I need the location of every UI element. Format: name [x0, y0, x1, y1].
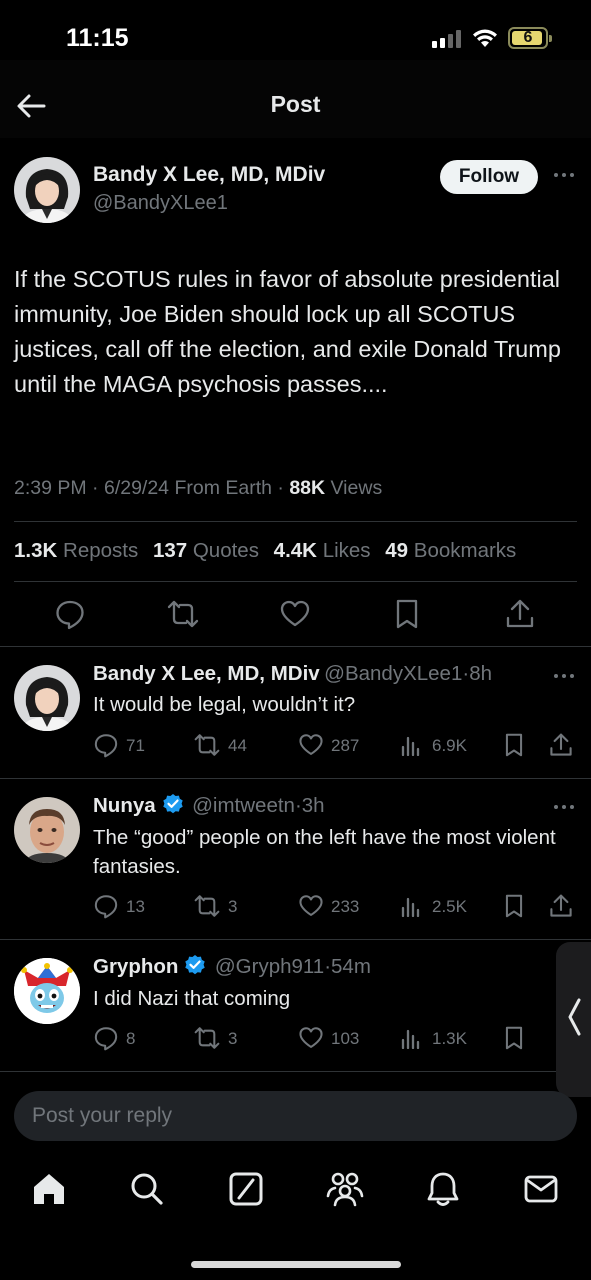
reply-avatar[interactable] — [14, 797, 80, 863]
views-count: 1.3K — [432, 1029, 467, 1048]
reply-header: Gryphon @Gryph911·54m — [93, 955, 371, 978]
reply-icon[interactable] — [93, 732, 119, 758]
bookmark-icon[interactable] — [503, 732, 525, 758]
like-count: 103 — [331, 1029, 360, 1048]
reply-count: 13 — [126, 897, 145, 916]
reply-time: 3h — [301, 794, 325, 817]
reply-author-name[interactable]: Nunya — [93, 794, 156, 817]
views-count: 2.5K — [432, 897, 467, 916]
repost-count: 3 — [228, 1029, 238, 1048]
reply-icon[interactable] — [93, 893, 119, 919]
more-icon[interactable] — [553, 665, 575, 687]
reply-author-handle[interactable]: @Gryph911 — [215, 955, 324, 978]
reply-icon[interactable] — [54, 598, 86, 630]
views-count: 6.9K — [432, 736, 467, 755]
more-icon[interactable] — [553, 796, 575, 818]
reply-icon[interactable] — [93, 1025, 119, 1051]
like-icon[interactable] — [298, 732, 324, 758]
bookmark-icon[interactable] — [503, 893, 525, 919]
notifications-icon[interactable] — [424, 1170, 462, 1208]
reply-author-handle[interactable]: @BandyXLee1 — [324, 662, 462, 685]
divider — [0, 778, 591, 779]
author-handle[interactable]: @BandyXLee1 — [93, 192, 228, 215]
reply-time: 54m — [331, 955, 371, 978]
wifi-icon — [473, 29, 497, 47]
like-count: 233 — [331, 897, 360, 916]
search-icon[interactable] — [128, 1170, 166, 1208]
repost-icon[interactable] — [193, 1025, 221, 1051]
reply-header: Bandy X Lee, MD, MDiv @BandyXLee1·8h — [93, 662, 492, 685]
side-panel-handle[interactable] — [556, 942, 591, 1097]
reply-author-name[interactable]: Bandy X Lee, MD, MDiv — [93, 662, 320, 685]
like-count: 287 — [331, 736, 360, 755]
like-icon[interactable] — [298, 893, 324, 919]
reply-text: The “good” people on the left have the m… — [93, 826, 556, 878]
reply-count: 8 — [126, 1029, 136, 1048]
divider — [0, 646, 591, 647]
like-icon[interactable] — [279, 598, 311, 630]
post-stats: 1.3K Reposts 137 Quotes 4.4K Likes 49 Bo… — [14, 539, 525, 563]
home-indicator — [191, 1261, 401, 1268]
reply-author-handle[interactable]: @imtweetn — [192, 794, 295, 817]
communities-icon[interactable] — [325, 1170, 365, 1208]
divider — [14, 521, 577, 522]
bookmarks-stat[interactable]: 49 Bookmarks — [385, 539, 516, 562]
reply-header: Nunya @imtweetn·3h — [93, 794, 325, 817]
like-icon[interactable] — [298, 1025, 324, 1051]
quotes-stat[interactable]: 137 Quotes — [153, 539, 259, 562]
reply-text: I did Nazi that coming — [93, 987, 291, 1010]
share-icon[interactable] — [549, 893, 573, 919]
bookmark-icon[interactable] — [503, 1025, 525, 1051]
post-time: 2:39 PM — [14, 477, 87, 499]
views-icon[interactable] — [400, 895, 422, 917]
divider — [0, 1071, 591, 1072]
reply-time: 8h — [469, 662, 492, 685]
verified-icon — [162, 794, 183, 814]
page-title: Post — [270, 91, 321, 117]
post-meta: 2:39 PM · 6/29/24 From Earth · 88K Views — [14, 477, 383, 499]
reply-author-name[interactable]: Gryphon — [93, 955, 178, 978]
views-icon[interactable] — [400, 1027, 422, 1049]
battery-icon: 6 — [508, 27, 552, 49]
reply-avatar[interactable] — [14, 665, 80, 731]
cellular-signal-icon — [432, 30, 461, 48]
divider — [0, 939, 591, 940]
views-icon[interactable] — [400, 734, 422, 756]
battery-level: 6 — [523, 29, 533, 46]
reply-avatar[interactable] — [14, 958, 80, 1024]
reply-composer[interactable] — [14, 1091, 577, 1141]
reply-count: 71 — [126, 736, 145, 755]
repost-icon[interactable] — [193, 893, 221, 919]
messages-icon[interactable] — [522, 1170, 560, 1208]
views-count: 88K — [289, 477, 326, 499]
repost-icon[interactable] — [193, 732, 221, 758]
post-text: If the SCOTUS rules in favor of absolute… — [14, 266, 561, 397]
more-icon[interactable] — [553, 164, 575, 186]
back-arrow-icon[interactable] — [14, 88, 50, 124]
status-time: 11:15 — [66, 24, 129, 52]
author-avatar[interactable] — [14, 157, 80, 223]
post-source: From Earth — [174, 477, 272, 499]
share-icon[interactable] — [549, 732, 573, 758]
verified-icon — [185, 955, 206, 975]
author-name[interactable]: Bandy X Lee, MD, MDiv — [93, 163, 325, 187]
grok-icon[interactable] — [227, 1170, 265, 1208]
chevron-left-icon — [568, 998, 581, 1036]
likes-stat[interactable]: 4.4K Likes — [274, 539, 371, 562]
repost-count: 44 — [228, 736, 247, 755]
reposts-stat[interactable]: 1.3K Reposts — [14, 539, 138, 562]
reply-input[interactable] — [32, 1091, 552, 1141]
bookmark-icon[interactable] — [393, 598, 421, 630]
share-icon[interactable] — [505, 598, 535, 630]
views-label: Views — [330, 477, 383, 499]
repost-count: 3 — [228, 897, 238, 916]
reply-text: It would be legal, wouldn’t it? — [93, 693, 356, 716]
post-date: 6/29/24 — [103, 477, 170, 499]
divider — [14, 581, 577, 582]
follow-button[interactable]: Follow — [440, 160, 538, 194]
home-icon[interactable] — [30, 1170, 68, 1208]
repost-icon[interactable] — [166, 598, 200, 630]
